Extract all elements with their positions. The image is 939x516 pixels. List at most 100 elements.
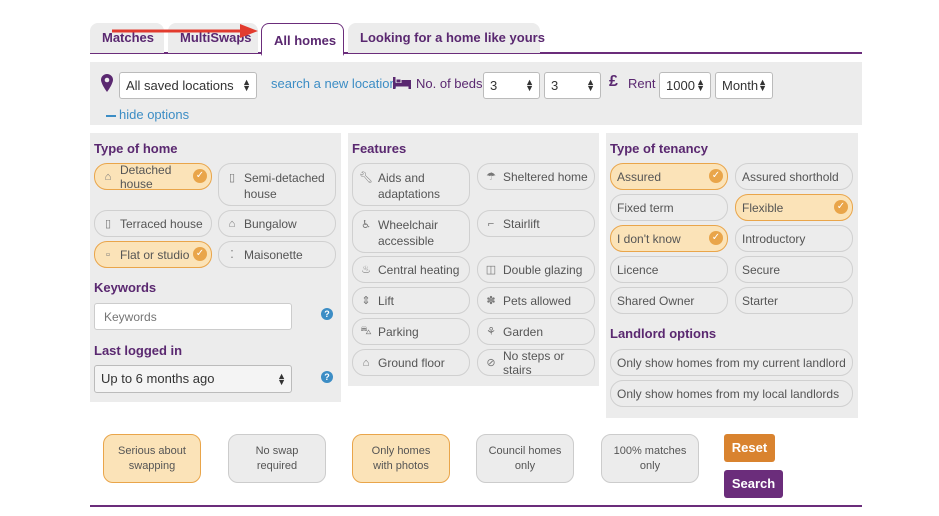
feature-aids-adaptations[interactable]: 🔧︎ Aids and adaptations bbox=[352, 163, 470, 206]
tenancy-flexible[interactable]: Flexible ✓ bbox=[735, 194, 853, 221]
minus-icon bbox=[106, 114, 116, 117]
feature-garden[interactable]: ⚘ Garden bbox=[477, 318, 595, 345]
landlord-local-option[interactable]: Only show homes from my local landlords bbox=[610, 380, 853, 407]
reset-button[interactable]: Reset bbox=[724, 434, 775, 462]
tab-all-homes[interactable]: All homes bbox=[261, 23, 344, 56]
filter-label: Flat or studio bbox=[120, 247, 190, 262]
checkmark-icon: ✓ bbox=[193, 247, 207, 261]
wrench-icon: 🔧︎ bbox=[359, 172, 373, 184]
feature-label: No steps or stairs bbox=[503, 348, 565, 377]
landlord-local-label: Only show homes from my local landlords bbox=[617, 386, 840, 401]
tenancy-label: Assured bbox=[617, 169, 662, 184]
tenancy-label: Secure bbox=[742, 262, 781, 277]
tenancy-label: I don't know bbox=[617, 231, 681, 246]
keywords-help-icon[interactable]: ? bbox=[321, 308, 333, 320]
feature-pets-allowed[interactable]: ✽ Pets allowed bbox=[477, 287, 595, 314]
filter-label: Terraced house bbox=[120, 216, 203, 231]
keywords-input[interactable] bbox=[94, 303, 292, 330]
feature-label: Parking bbox=[378, 324, 419, 339]
filter-maisonette[interactable]: ⁚ Maisonette bbox=[218, 241, 336, 268]
last-logged-in-select[interactable]: Up to 6 months ago ▲ ▼ bbox=[94, 365, 292, 393]
umbrella-icon: ☂ bbox=[486, 171, 496, 183]
beds-min-select[interactable]: 3 ▲ ▼ bbox=[483, 72, 540, 99]
car-icon: ⛍ bbox=[360, 324, 372, 337]
type-of-home-title: Type of home bbox=[94, 141, 178, 156]
filter-terraced-house[interactable]: ▯ Terraced house bbox=[94, 210, 212, 237]
feature-label: Central heating bbox=[378, 262, 460, 277]
tenancy-assured-shorthold[interactable]: Assured shorthold bbox=[735, 163, 853, 190]
tenancy-dont-know[interactable]: I don't know ✓ bbox=[610, 225, 728, 252]
hide-options-link[interactable]: hide options bbox=[106, 107, 189, 122]
landlord-current-option[interactable]: Only show homes from my current landlord bbox=[610, 349, 853, 376]
last-logged-in-value: Up to 6 months ago bbox=[101, 371, 215, 386]
features-title: Features bbox=[352, 141, 407, 156]
house-icon: ⌂ bbox=[104, 170, 112, 183]
tenancy-fixed-term[interactable]: Fixed term bbox=[610, 194, 728, 221]
feature-double-glazing[interactable]: ◫ Double glazing bbox=[477, 256, 595, 283]
flat-icon: ▫ bbox=[106, 248, 110, 261]
tenancy-shared-owner[interactable]: Shared Owner bbox=[610, 287, 728, 314]
filter-detached-house[interactable]: ⌂ Detached house ✓ bbox=[94, 163, 212, 191]
last-logged-in-title: Last logged in bbox=[94, 343, 183, 358]
feature-sheltered-home[interactable]: ☂ Sheltered home bbox=[477, 163, 595, 190]
select-arrows-icon: ▲ ▼ bbox=[242, 77, 251, 93]
filter-100-matches-only[interactable]: 100% matches only bbox=[601, 434, 699, 483]
rent-period-select[interactable]: Month ▲ ▼ bbox=[715, 72, 773, 99]
tenancy-starter[interactable]: Starter bbox=[735, 287, 853, 314]
filter-serious-about-swapping[interactable]: Serious about swapping bbox=[103, 434, 201, 483]
feature-central-heating[interactable]: ♨ Central heating bbox=[352, 256, 470, 283]
tab-looking-for-home[interactable]: Looking for a home like yours bbox=[348, 23, 545, 53]
landlord-options-title: Landlord options bbox=[610, 326, 717, 341]
search-new-location-link[interactable]: search a new location bbox=[271, 76, 397, 91]
tenancy-assured[interactable]: Assured ✓ bbox=[610, 163, 728, 190]
filter-semi-detached-house[interactable]: ▯ Semi-detached house bbox=[218, 163, 336, 206]
feature-label: Stairlift bbox=[503, 216, 540, 231]
bed-icon bbox=[393, 77, 411, 89]
terraced-icon: ▯ bbox=[104, 218, 112, 230]
bottom-divider bbox=[90, 505, 862, 507]
filter-no-swap-required[interactable]: No swap required bbox=[228, 434, 326, 483]
filter-flat-or-studio[interactable]: ▫ Flat or studio ✓ bbox=[94, 241, 212, 268]
tenancy-label: Flexible bbox=[742, 200, 784, 215]
checkmark-icon: ✓ bbox=[834, 200, 848, 214]
rent-select[interactable]: 1000 ▲ ▼ bbox=[659, 72, 711, 99]
wheelchair-icon: ♿︎ bbox=[361, 219, 371, 231]
filter-label: 100% matches only bbox=[613, 444, 687, 472]
feature-no-steps[interactable]: ⊘ No steps or stairs bbox=[477, 348, 595, 377]
location-select[interactable]: All saved locations ▲ ▼ bbox=[119, 72, 257, 99]
semi-detached-icon: ▯ bbox=[228, 172, 236, 184]
paw-icon: ✽ bbox=[486, 295, 496, 307]
pound-icon: £ bbox=[609, 73, 618, 90]
hide-options-label: hide options bbox=[119, 107, 190, 122]
maisonette-icon: ⁚ bbox=[230, 249, 234, 261]
checkmark-icon: ✓ bbox=[709, 231, 723, 245]
filter-only-homes-with-photos[interactable]: Only homes with photos bbox=[352, 434, 450, 483]
filter-label: Only homes with photos bbox=[371, 444, 431, 472]
last-logged-in-help-icon[interactable]: ? bbox=[321, 371, 333, 383]
tenancy-licence[interactable]: Licence bbox=[610, 256, 728, 283]
feature-label: Aids and adaptations bbox=[378, 171, 441, 201]
feature-lift[interactable]: ⇕ Lift bbox=[352, 287, 470, 314]
rent-label: Rent bbox=[628, 76, 656, 91]
select-arrows-icon: ▲ ▼ bbox=[696, 77, 705, 93]
feature-label: Lift bbox=[378, 293, 395, 308]
tenancy-secure[interactable]: Secure bbox=[735, 256, 853, 283]
no-steps-icon: ⊘ bbox=[486, 357, 496, 369]
beds-max-select[interactable]: 3 ▲ ▼ bbox=[544, 72, 601, 99]
feature-parking[interactable]: ⛍ Parking bbox=[352, 318, 470, 345]
tenancy-label: Introductory bbox=[742, 231, 806, 246]
feature-label: Pets allowed bbox=[503, 293, 572, 308]
feature-stairlift[interactable]: ⌐ Stairlift bbox=[477, 210, 595, 237]
select-arrows-icon: ▲ ▼ bbox=[277, 371, 286, 387]
tenancy-introductory[interactable]: Introductory bbox=[735, 225, 853, 252]
filter-council-homes-only[interactable]: Council homes only bbox=[476, 434, 574, 483]
search-button[interactable]: Search bbox=[724, 470, 783, 498]
filter-bungalow[interactable]: ⌂ Bungalow bbox=[218, 210, 336, 237]
beds-min-value: 3 bbox=[490, 78, 498, 93]
feature-ground-floor[interactable]: ⌂ Ground floor bbox=[352, 349, 470, 376]
filter-label: Semi-detached house bbox=[244, 171, 325, 201]
location-pin-icon bbox=[101, 74, 113, 92]
checkmark-icon: ✓ bbox=[709, 169, 723, 183]
filter-label: Maisonette bbox=[244, 247, 303, 262]
feature-wheelchair-accessible[interactable]: ♿︎ Wheelchair accessible bbox=[352, 210, 470, 253]
